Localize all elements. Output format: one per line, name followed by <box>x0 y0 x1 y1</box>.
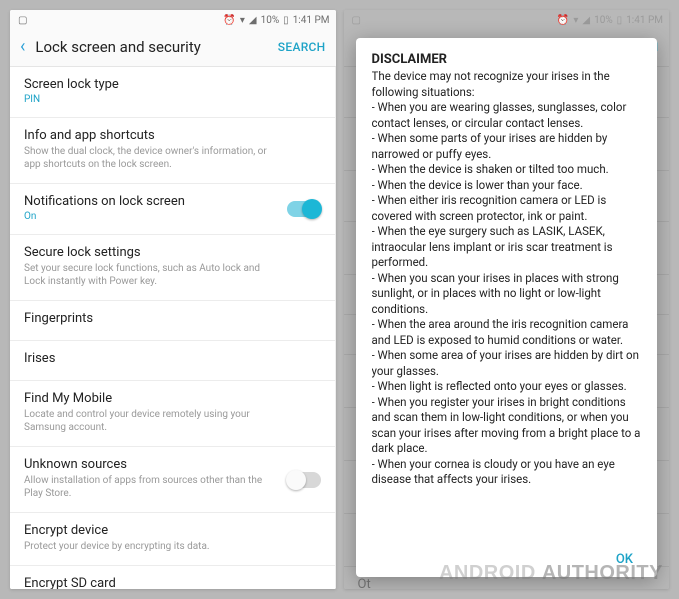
setting-subtitle: Protect your device by encrypting its da… <box>24 540 321 553</box>
alarm-icon: ⏰ <box>223 15 235 26</box>
setting-title: Fingerprints <box>24 311 321 326</box>
wifi-icon: ▾ <box>240 15 245 26</box>
dialog-bullet: - When the eye surgery such as LASIK, LA… <box>372 224 642 271</box>
setting-title: Encrypt SD card <box>24 576 321 589</box>
dialog-title: DISCLAIMER <box>372 52 642 67</box>
page-title: Lock screen and security <box>35 38 277 56</box>
dialog-body: The device may not recognize your irises… <box>372 69 642 546</box>
toggle-switch[interactable] <box>287 201 321 217</box>
setting-row[interactable]: Find My Mobile Locate and control your de… <box>10 381 335 447</box>
dialog-bullet: - When you register your irises in brigh… <box>372 395 642 457</box>
setting-title: Irises <box>24 351 321 366</box>
setting-row[interactable]: Screen lock type PIN <box>10 67 335 118</box>
setting-row[interactable]: Info and app shortcuts Show the dual cloc… <box>10 118 335 184</box>
battery-icon: ▯ <box>283 15 289 26</box>
screenshot-icon: ▢ <box>352 15 361 26</box>
setting-title: Unknown sources <box>24 457 321 472</box>
right-screenshot: ▢ ⏰ ▾ ◢ 10% ▯ 1:41 PM ‹ CH ScPINInShNoOn… <box>344 10 670 589</box>
alarm-icon: ⏰ <box>557 15 569 26</box>
dialog-intro: The device may not recognize your irises… <box>372 69 642 100</box>
setting-subtitle: Allow installation of apps from sources … <box>24 474 321 500</box>
setting-title: Ot <box>358 577 656 589</box>
dialog-bullet: - When either iris recognition camera or… <box>372 193 642 224</box>
setting-row[interactable]: Fingerprints <box>10 301 335 341</box>
setting-title: Secure lock settings <box>24 245 321 260</box>
dialog-bullet: - When light is reflected onto your eyes… <box>372 379 642 395</box>
battery-percent: 10% <box>261 15 280 26</box>
dialog-bullet: - When your cornea is cloudy or you have… <box>372 457 642 488</box>
disclaimer-dialog: DISCLAIMER The device may not recognize … <box>356 38 658 577</box>
setting-title: Encrypt device <box>24 523 321 538</box>
ok-button[interactable]: OK <box>608 546 641 569</box>
setting-row[interactable]: Irises <box>10 341 335 381</box>
dialog-bullet: - When some area of your irises are hidd… <box>372 348 642 379</box>
left-screenshot: ▢ ⏰ ▾ ◢ 10% ▯ 1:41 PM ‹ Lock screen and … <box>10 10 336 589</box>
setting-subtitle: Set your secure lock functions, such as … <box>24 262 321 288</box>
toggle-switch[interactable] <box>287 472 321 488</box>
clock: 1:41 PM <box>293 15 330 26</box>
back-icon[interactable]: ‹ <box>20 38 35 56</box>
setting-row[interactable]: Encrypt device Protect your device by enc… <box>10 513 335 566</box>
search-button[interactable]: SEARCH <box>278 40 326 54</box>
dialog-bullet: - When you scan your irises in places wi… <box>372 271 642 318</box>
dialog-bullet: - When the area around the iris recognit… <box>372 317 642 348</box>
setting-subtitle: Show the dual clock, the device owner's … <box>24 145 321 171</box>
setting-value: PIN <box>24 94 321 105</box>
screenshot-icon: ▢ <box>18 15 27 26</box>
setting-row[interactable]: Encrypt SD cardProtect your SD card by e… <box>10 566 335 589</box>
status-bar: ▢ ⏰ ▾ ◢ 10% ▯ 1:41 PM <box>10 10 336 30</box>
dialog-bullet: - When you are wearing glasses, sunglass… <box>372 100 642 131</box>
wifi-icon: ▾ <box>573 15 578 26</box>
setting-title: Notifications on lock screen <box>24 194 321 209</box>
setting-row[interactable]: Notifications on lock screen On <box>10 184 335 235</box>
setting-row[interactable]: Unknown sources Allow installation of app… <box>10 447 335 513</box>
setting-row[interactable]: Secure lock settings Set your secure lock… <box>10 235 335 301</box>
setting-subtitle: Locate and control your device remotely … <box>24 408 321 434</box>
setting-value: On <box>24 211 321 222</box>
setting-title: Find My Mobile <box>24 391 321 406</box>
battery-icon: ▯ <box>617 15 623 26</box>
clock: 1:41 PM <box>626 15 663 26</box>
setting-title: Info and app shortcuts <box>24 128 321 143</box>
settings-list: Screen lock type PIN Info and app shortcut… <box>10 67 336 589</box>
battery-percent: 10% <box>594 15 613 26</box>
setting-title: Screen lock type <box>24 77 321 92</box>
status-bar: ▢ ⏰ ▾ ◢ 10% ▯ 1:41 PM <box>344 10 670 30</box>
dialog-bullet: - When the device is shaken or tilted to… <box>372 162 642 178</box>
signal-icon: ◢ <box>582 15 590 26</box>
signal-icon: ◢ <box>249 15 257 26</box>
dialog-bullet: - When the device is lower than your fac… <box>372 178 642 194</box>
title-bar: ‹ Lock screen and security SEARCH <box>10 30 336 67</box>
dialog-bullet: - When some parts of your irises are hid… <box>372 131 642 162</box>
